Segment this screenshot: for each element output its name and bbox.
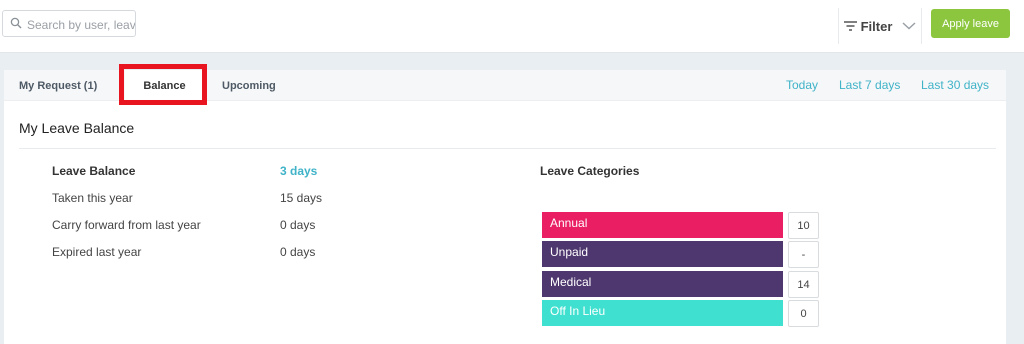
tab-balance[interactable]: Balance xyxy=(125,70,204,100)
category-count-annual: 10 xyxy=(788,212,819,239)
divider xyxy=(19,148,996,149)
category-bar-unpaid: Unpaid xyxy=(542,241,783,267)
range-last-30-days-link[interactable]: Last 30 days xyxy=(921,78,989,92)
category-bar-annual: Annual xyxy=(542,212,783,238)
tab-bar: My Request (1) Balance Upcoming Today La… xyxy=(4,70,1006,101)
apply-leave-button[interactable]: Apply leave xyxy=(931,9,1010,38)
filter-dropdown[interactable]: Filter xyxy=(838,8,922,44)
search-input[interactable] xyxy=(25,14,137,35)
tab-upcoming[interactable]: Upcoming xyxy=(222,70,276,100)
category-count-medical: 14 xyxy=(788,271,819,298)
chevron-down-icon xyxy=(902,22,916,30)
expired-last-year-label: Expired last year xyxy=(52,245,142,259)
leave-panel: My Request (1) Balance Upcoming Today La… xyxy=(4,70,1006,344)
carry-forward-label: Carry forward from last year xyxy=(52,218,201,232)
search-box[interactable] xyxy=(2,10,137,37)
tab-my-request[interactable]: My Request (1) xyxy=(19,70,97,100)
leave-balance-value: 3 days xyxy=(280,164,318,178)
leave-balance-label: Leave Balance xyxy=(52,164,136,178)
section-title: My Leave Balance xyxy=(19,120,135,136)
category-bar-medical: Medical xyxy=(542,271,783,297)
taken-this-year-label: Taken this year xyxy=(52,191,133,205)
category-count-off-in-lieu: 0 xyxy=(788,300,819,327)
range-last-7-days-link[interactable]: Last 7 days xyxy=(839,78,900,92)
top-bar: Filter Apply leave xyxy=(0,0,1024,53)
search-icon xyxy=(10,17,22,29)
expired-last-year-value: 0 days xyxy=(280,245,316,259)
category-bar-off-in-lieu: Off In Lieu xyxy=(542,300,783,326)
category-count-unpaid: - xyxy=(788,241,819,268)
carry-forward-value: 0 days xyxy=(280,218,316,232)
taken-this-year-value: 15 days xyxy=(280,191,323,205)
range-today-link[interactable]: Today xyxy=(786,78,818,92)
filter-label: Filter xyxy=(860,18,893,34)
leave-categories-title: Leave Categories xyxy=(540,164,640,178)
filter-icon xyxy=(843,21,857,31)
